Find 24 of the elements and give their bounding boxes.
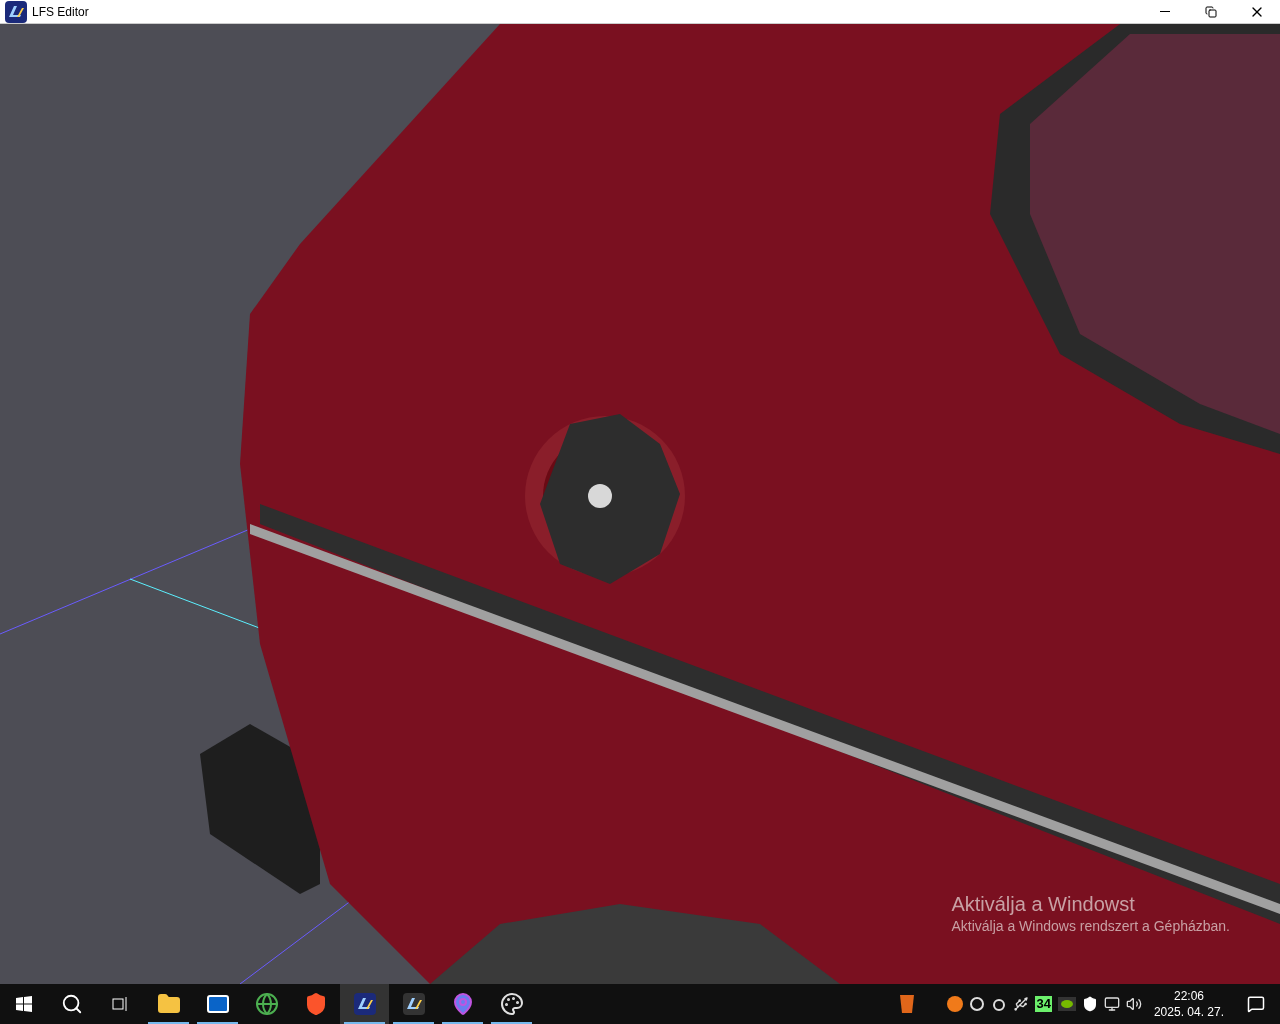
lfs-logo-icon xyxy=(401,992,426,1016)
palette-icon xyxy=(499,992,524,1016)
usb-icon xyxy=(1013,996,1030,1012)
task-view-icon xyxy=(111,996,129,1012)
shield-icon xyxy=(1081,996,1098,1012)
window-title: LFS Editor xyxy=(32,3,89,21)
activation-text: Aktiválja a Windows rendszert a Gépházban. xyxy=(951,917,1230,936)
minimize-icon xyxy=(1160,11,1170,12)
ring-icon xyxy=(969,996,986,1012)
tray-counter: 34 xyxy=(1035,996,1052,1012)
taskbar-app-button[interactable] xyxy=(340,984,389,1024)
app-logo-icon xyxy=(4,0,28,24)
globe-icon xyxy=(254,992,279,1016)
folder-icon xyxy=(156,992,181,1016)
restore-icon xyxy=(1205,5,1217,18)
lfs-logo-icon xyxy=(352,992,377,1016)
app-tray-icon xyxy=(947,996,964,1012)
search-icon xyxy=(61,993,83,1015)
windows-logo-icon xyxy=(16,996,32,1012)
clock-button[interactable]: 22:06 2025. 04. 27. xyxy=(1147,988,1230,1020)
network-icon xyxy=(1103,996,1120,1012)
activation-title: Aktiválja a Windowst xyxy=(951,892,1136,916)
speaker-icon xyxy=(1125,996,1142,1012)
speech-bubble-icon xyxy=(1247,995,1265,1013)
